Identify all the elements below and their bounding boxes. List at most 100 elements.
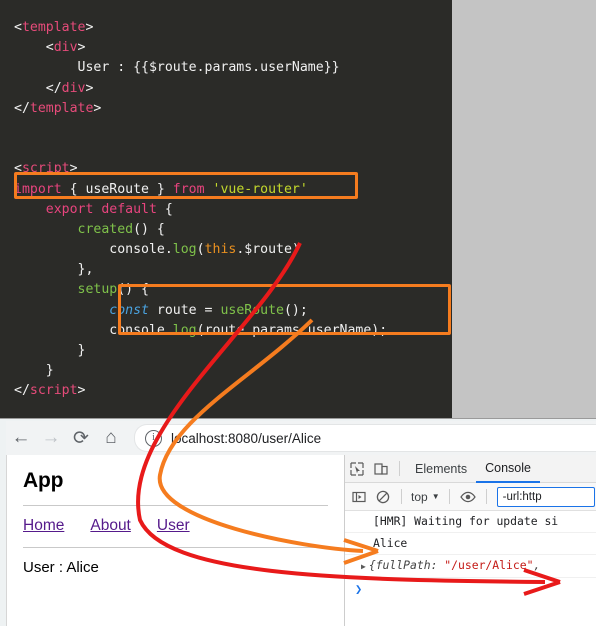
context-label: top bbox=[411, 489, 428, 504]
site-info-icon[interactable]: i bbox=[145, 429, 162, 447]
console-filter-input[interactable]: -url:http bbox=[496, 486, 595, 507]
code-line: }, bbox=[14, 260, 452, 280]
code-line: </div> bbox=[14, 79, 452, 99]
reload-icon[interactable]: ⟳ bbox=[66, 423, 96, 453]
devtools-panel: Elements Console top ▼ -url:http [HMR] W bbox=[344, 455, 596, 626]
code-token: div bbox=[53, 40, 78, 56]
inspect-element-icon[interactable] bbox=[345, 457, 369, 481]
code-line: export default { bbox=[14, 200, 452, 220]
code-line: } bbox=[14, 341, 452, 361]
divider-top bbox=[23, 505, 328, 506]
clear-console-icon[interactable] bbox=[371, 485, 395, 509]
code-token: (route.params.userName); bbox=[196, 322, 388, 338]
toolbar-separator-1 bbox=[399, 461, 400, 476]
code-line: <script> bbox=[14, 159, 452, 179]
nav-link-user[interactable]: User bbox=[157, 517, 190, 535]
forward-icon[interactable]: → bbox=[36, 423, 66, 453]
console-prompt[interactable]: ❯ bbox=[345, 578, 596, 598]
back-icon[interactable]: ← bbox=[6, 423, 36, 453]
code-line: created() { bbox=[14, 220, 452, 240]
address-bar[interactable]: i localhost:8080/user/Alice bbox=[134, 424, 596, 452]
page-title: App bbox=[23, 469, 64, 492]
code-line: setup() { bbox=[14, 280, 452, 300]
console-row-alice: Alice bbox=[345, 533, 596, 555]
code-text: <template> <div> User : {{$route.params.… bbox=[14, 18, 452, 402]
page-viewport: App Home About User User : Alice bbox=[6, 455, 345, 626]
code-token: script bbox=[29, 383, 78, 399]
nav-link-home[interactable]: Home bbox=[23, 517, 64, 535]
devtools-tabbar: Elements Console bbox=[345, 455, 596, 483]
live-expression-eye-icon[interactable] bbox=[456, 485, 480, 509]
code-token: .$route) bbox=[236, 242, 300, 258]
code-token: { useRoute } bbox=[61, 181, 173, 197]
code-line: import { useRoute } from 'vue-router' bbox=[14, 180, 452, 200]
code-token: }, bbox=[14, 262, 94, 278]
code-token: 'vue-router' bbox=[212, 181, 308, 197]
code-editor[interactable]: <template> <div> User : {{$route.params.… bbox=[0, 0, 452, 418]
code-line: console.log(this.$route) bbox=[14, 240, 452, 260]
expand-triangle-icon[interactable]: ▶ bbox=[361, 562, 366, 571]
device-toolbar-icon[interactable] bbox=[369, 457, 393, 481]
code-token: setup bbox=[77, 282, 118, 298]
code-line: } bbox=[14, 361, 452, 381]
toolbar-separator-2 bbox=[401, 489, 402, 504]
object-key: fullPath bbox=[375, 558, 431, 572]
console-row-object[interactable]: ▶ {fullPath: "/user/Alice", bbox=[345, 555, 596, 578]
code-token: } bbox=[14, 363, 54, 379]
code-token: </ bbox=[14, 100, 30, 116]
toolbar-separator-3 bbox=[448, 489, 450, 504]
code-token: template bbox=[21, 20, 86, 35]
code-token: > bbox=[77, 40, 86, 56]
code-token: > bbox=[77, 383, 86, 399]
code-token: log bbox=[172, 322, 197, 338]
console-sidebar-icon[interactable] bbox=[347, 485, 371, 509]
code-line: <template> bbox=[14, 18, 452, 38]
object-suffix: , bbox=[533, 558, 541, 572]
code-token: > bbox=[93, 100, 102, 116]
browser-window: ← → ⟳ ⌂ i localhost:8080/user/Alice App … bbox=[0, 418, 596, 626]
page-nav: Home About User bbox=[23, 517, 344, 535]
code-token: route = bbox=[148, 302, 221, 318]
code-token: } bbox=[14, 343, 86, 358]
nav-link-about[interactable]: About bbox=[90, 517, 131, 535]
code-line: const route = useRoute(); bbox=[14, 301, 452, 321]
code-token: < bbox=[14, 20, 22, 35]
browser-toolbar: ← → ⟳ ⌂ i localhost:8080/user/Alice bbox=[6, 421, 596, 455]
console-row-hmr: [HMR] Waiting for update si bbox=[345, 511, 596, 533]
code-token: const bbox=[109, 302, 149, 318]
code-token: ( bbox=[196, 242, 205, 258]
code-line: console.log(route.params.userName); bbox=[14, 321, 452, 341]
code-line: <div> bbox=[14, 38, 452, 58]
execution-context-selector[interactable]: top ▼ bbox=[408, 490, 443, 504]
code-token: > bbox=[85, 20, 94, 35]
object-value: "/user/Alice" bbox=[444, 558, 534, 572]
code-token: from bbox=[172, 181, 205, 197]
code-token: console. bbox=[14, 242, 173, 258]
code-token: </ bbox=[14, 383, 30, 399]
code-line: </template> bbox=[14, 99, 452, 119]
user-content: User : Alice bbox=[23, 559, 99, 576]
url-text: localhost:8080/user/Alice bbox=[171, 430, 322, 446]
code-token: > bbox=[69, 161, 78, 177]
tab-console[interactable]: Console bbox=[476, 455, 540, 483]
toolbar-separator-4 bbox=[485, 489, 487, 504]
code-token: < bbox=[14, 161, 22, 177]
console-messages: [HMR] Waiting for update si Alice ▶ {full… bbox=[345, 511, 596, 598]
code-token: export default bbox=[45, 201, 157, 217]
object-open-brace: { bbox=[368, 558, 376, 572]
code-token: console. bbox=[14, 322, 173, 338]
tab-elements[interactable]: Elements bbox=[406, 456, 476, 482]
code-token: > bbox=[85, 80, 94, 96]
code-token: () { bbox=[117, 282, 149, 298]
code-token: script bbox=[21, 161, 70, 177]
code-token: () { bbox=[133, 221, 165, 237]
home-icon[interactable]: ⌂ bbox=[96, 423, 126, 453]
code-token: created bbox=[77, 221, 134, 237]
code-token: (); bbox=[283, 302, 308, 318]
